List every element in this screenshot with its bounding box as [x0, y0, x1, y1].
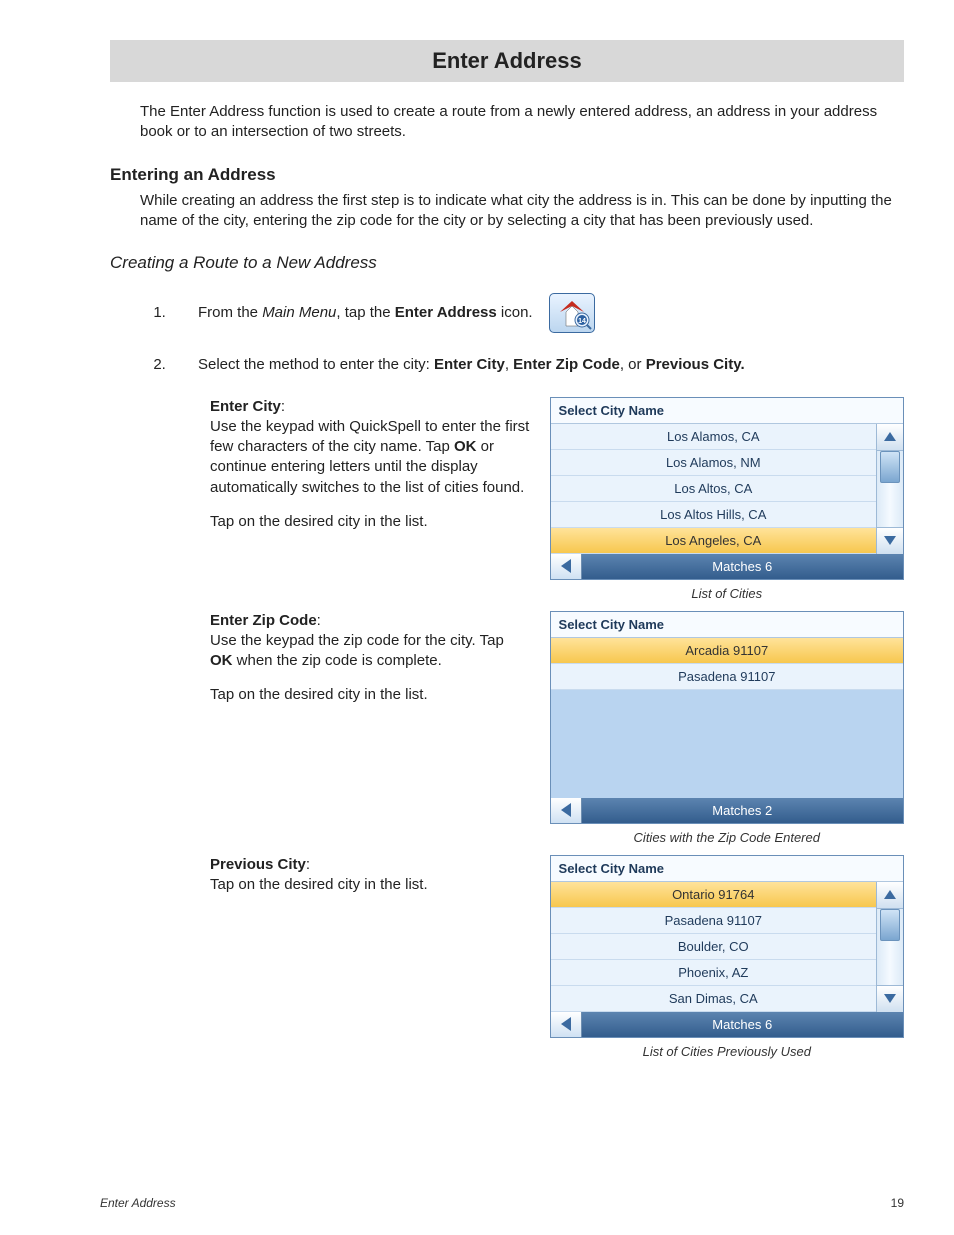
widget-header: Select City Name: [551, 856, 903, 882]
matches-label: Matches 6: [582, 1012, 903, 1037]
step1-frag-e: icon.: [497, 304, 533, 321]
list-item[interactable]: Pasadena 91107: [551, 664, 903, 690]
enter-address-icon: 14: [549, 293, 595, 333]
step2-enter-zip: Enter Zip Code: [513, 356, 620, 373]
back-icon[interactable]: [551, 798, 582, 823]
list-item-selected[interactable]: Arcadia 91107: [551, 638, 903, 664]
intro-text: The Enter Address function is used to cr…: [140, 102, 904, 143]
list-item[interactable]: San Dimas, CA: [551, 986, 876, 1012]
scroll-thumb[interactable]: [880, 451, 900, 483]
page-title: Enter Address: [110, 40, 904, 82]
previous-city-text: Previous City: Tap on the desired city i…: [210, 855, 530, 910]
list-item[interactable]: Pasadena 91107: [551, 908, 876, 934]
scroll-track[interactable]: [877, 451, 903, 527]
enter-city-label: Enter City: [210, 398, 281, 415]
enter-zip-ok: OK: [210, 652, 233, 669]
step2-frag-a: Select the method to enter the city:: [198, 356, 434, 373]
step2-previous-city: Previous City.: [646, 356, 745, 373]
list-item[interactable]: Boulder, CO: [551, 934, 876, 960]
scroll-down-icon[interactable]: [877, 985, 903, 1012]
city-list-widget: Select City Name Los Alamos, CA Los Alam…: [550, 397, 904, 580]
list-item[interactable]: Phoenix, AZ: [551, 960, 876, 986]
figure-caption: Cities with the Zip Code Entered: [550, 830, 904, 845]
step-1: From the Main Menu, tap the Enter Addres…: [170, 293, 904, 333]
section-heading-creating-route: Creating a Route to a New Address: [110, 253, 904, 273]
figure-caption: List of Cities Previously Used: [550, 1044, 904, 1059]
step1-main-menu: Main Menu: [262, 304, 336, 321]
previous-city-p1: Tap on the desired city in the list.: [210, 876, 428, 893]
section-heading-entering: Entering an Address: [110, 165, 904, 185]
step2-frag-c: ,: [505, 356, 513, 373]
back-icon[interactable]: [551, 554, 582, 579]
scroll-track[interactable]: [877, 909, 903, 985]
widget-header: Select City Name: [551, 612, 903, 638]
previous-city-list-widget: Select City Name Ontario 91764 Pasadena …: [550, 855, 904, 1038]
enter-city-text: Enter City: Use the keypad with QuickSpe…: [210, 397, 530, 547]
scroll-thumb[interactable]: [880, 909, 900, 941]
scrollbar[interactable]: [876, 882, 903, 1012]
list-item-selected[interactable]: Los Angeles, CA: [551, 528, 876, 554]
matches-label: Matches 2: [582, 798, 903, 823]
enter-zip-p1c: when the zip code is complete.: [233, 652, 442, 669]
step-2: Select the method to enter the city: Ent…: [170, 355, 904, 375]
enter-zip-p2: Tap on the desired city in the list.: [210, 685, 530, 705]
scroll-down-icon[interactable]: [877, 527, 903, 554]
step2-frag-e: , or: [620, 356, 646, 373]
matches-label: Matches 6: [582, 554, 903, 579]
enter-zip-text: Enter Zip Code: Use the keypad the zip c…: [210, 611, 530, 720]
scroll-up-icon[interactable]: [877, 882, 903, 909]
scroll-up-icon[interactable]: [877, 424, 903, 451]
enter-zip-p1a: Use the keypad the zip code for the city…: [210, 632, 504, 649]
list-item[interactable]: Los Altos, CA: [551, 476, 876, 502]
step1-frag-c: , tap the: [336, 304, 394, 321]
widget-header: Select City Name: [551, 398, 903, 424]
section-text-entering: While creating an address the first step…: [140, 191, 904, 232]
previous-city-label: Previous City: [210, 856, 306, 873]
step1-frag-a: From the: [198, 304, 262, 321]
list-item[interactable]: Los Alamos, NM: [551, 450, 876, 476]
enter-city-p2: Tap on the desired city in the list.: [210, 512, 530, 532]
list-item[interactable]: Los Alamos, CA: [551, 424, 876, 450]
scrollbar[interactable]: [876, 424, 903, 554]
list-item-selected[interactable]: Ontario 91764: [551, 882, 876, 908]
figure-caption: List of Cities: [550, 586, 904, 601]
step1-enter-address: Enter Address: [395, 304, 497, 321]
step2-enter-city: Enter City: [434, 356, 505, 373]
zip-list-widget: Select City Name Arcadia 91107 Pasadena …: [550, 611, 904, 824]
enter-city-ok: OK: [454, 438, 477, 455]
list-item[interactable]: Los Altos Hills, CA: [551, 502, 876, 528]
back-icon[interactable]: [551, 1012, 582, 1037]
enter-zip-label: Enter Zip Code: [210, 612, 317, 629]
list-empty-area: [551, 690, 903, 798]
svg-text:14: 14: [578, 318, 586, 325]
footer-section-name: Enter Address: [100, 1196, 176, 1210]
page-number: 19: [891, 1196, 904, 1210]
